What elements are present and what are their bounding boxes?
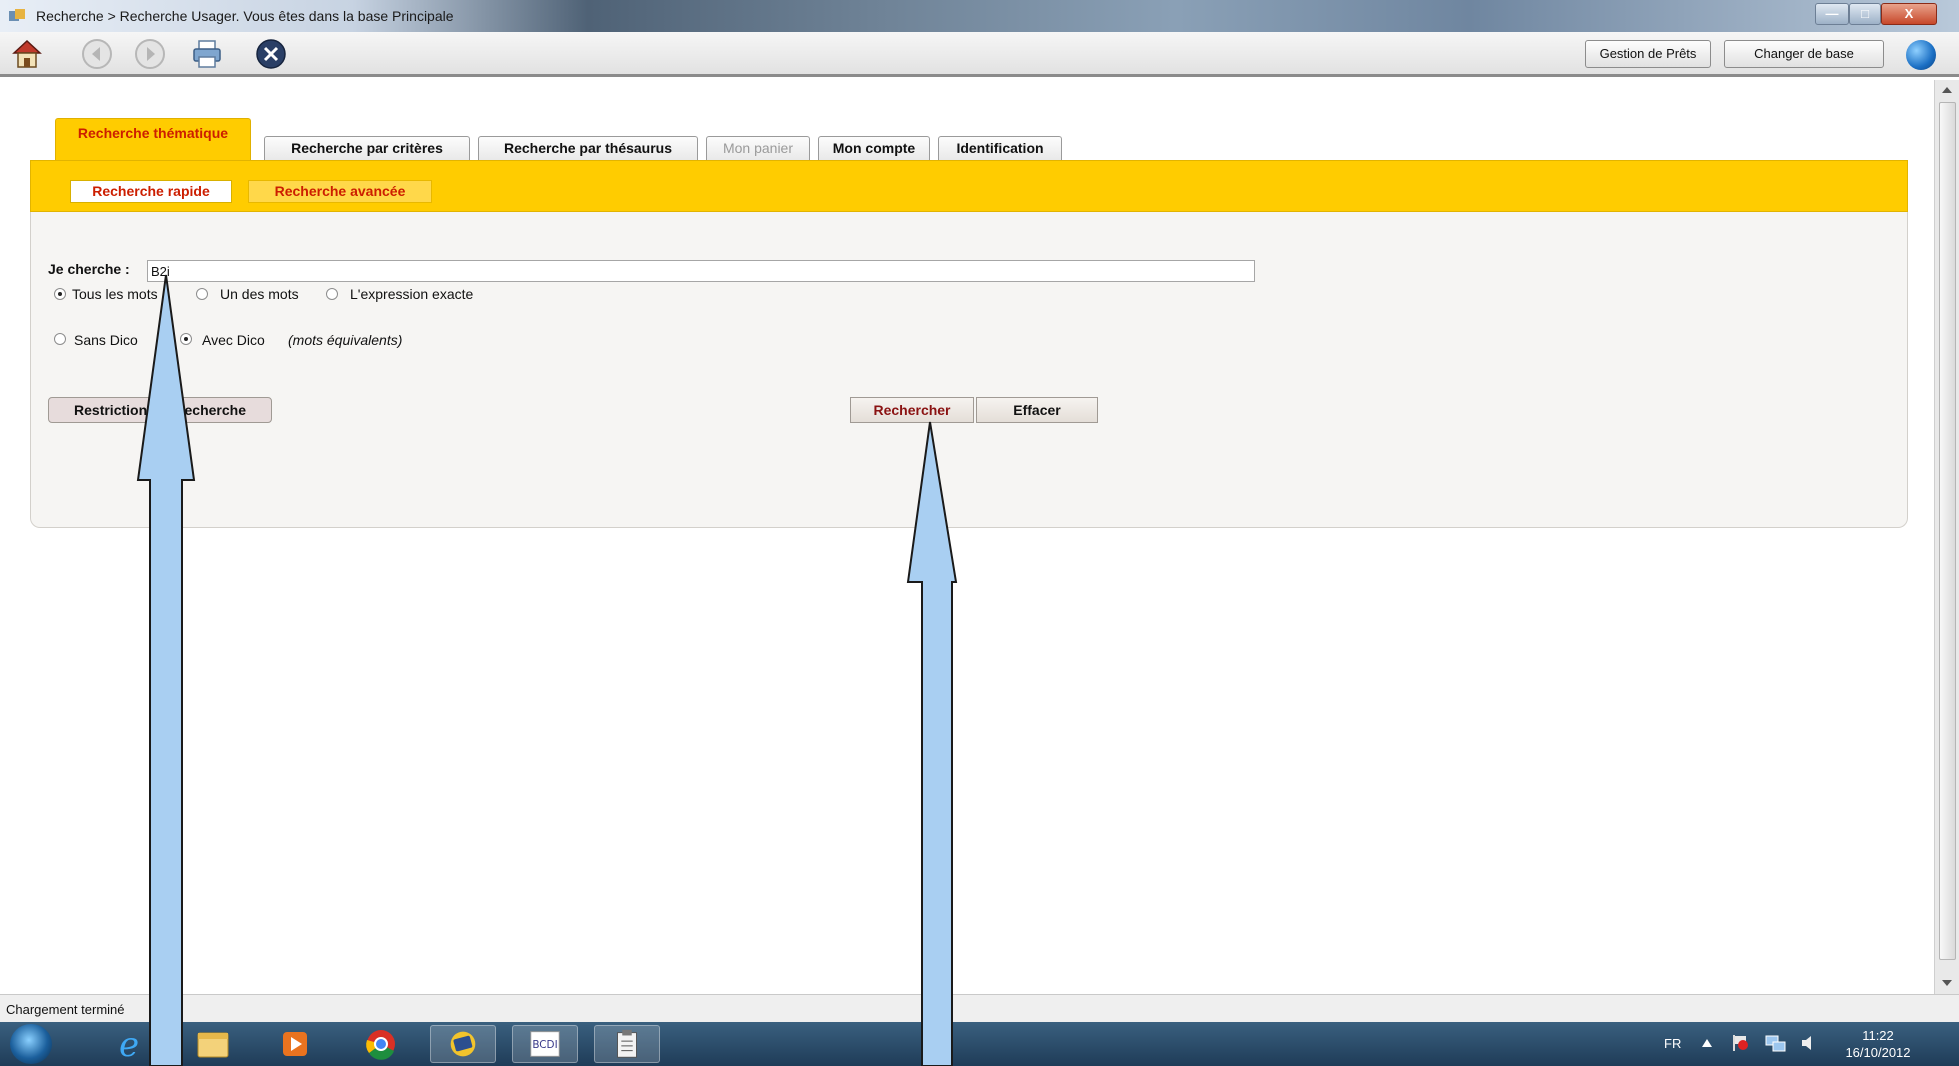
title-bar: Recherche > Recherche Usager. Vous êtes … (0, 0, 1959, 32)
close-button[interactable]: X (1881, 3, 1937, 25)
tab-identification[interactable]: Identification (938, 136, 1062, 160)
internet-explorer-icon[interactable]: e (96, 1025, 162, 1063)
close-icon: X (1904, 6, 1914, 21)
file-explorer-icon[interactable] (180, 1025, 246, 1063)
clock[interactable]: 11:22 16/10/2012 (1838, 1027, 1918, 1061)
restrictions-button[interactable]: Restrictions de recherche (48, 397, 272, 423)
tab-mon-compte[interactable]: Mon compte (818, 136, 930, 160)
minimize-icon: — (1825, 6, 1839, 21)
action-center-flag-icon[interactable] (1730, 1033, 1750, 1053)
radio-un-des-mots[interactable] (196, 288, 208, 300)
scroll-up-icon[interactable] (1942, 87, 1952, 93)
subtab-recherche-rapide[interactable]: Recherche rapide (70, 180, 232, 203)
search-label: Je cherche : (48, 261, 130, 277)
print-icon[interactable] (190, 37, 224, 71)
taskbar: e BCDI FR 11:22 16/10/2012 (0, 1022, 1959, 1066)
status-bar: Chargement terminé (0, 994, 1959, 1022)
tab-recherche-thematique[interactable]: Recherche thématique (55, 118, 251, 160)
chrome-icon[interactable] (348, 1025, 414, 1063)
bcdi-book-icon[interactable] (430, 1025, 496, 1063)
media-player-icon[interactable] (262, 1025, 328, 1063)
scroll-thumb[interactable] (1939, 102, 1956, 960)
clear-button[interactable]: Effacer (976, 397, 1098, 423)
svg-text:BCDI: BCDI (532, 1039, 557, 1051)
tab-recherche-par-thesaurus[interactable]: Recherche par thésaurus (478, 136, 698, 160)
main-content: Recherche thématique Recherche par critè… (12, 80, 1934, 994)
radio-label-avec-dico: Avec Dico (202, 332, 265, 348)
home-icon[interactable] (10, 37, 44, 71)
tab-recherche-par-criteres[interactable]: Recherche par critères (264, 136, 470, 160)
language-indicator[interactable]: FR (1664, 1036, 1681, 1051)
maximize-button[interactable]: □ (1849, 3, 1881, 25)
tab-mon-panier: Mon panier (706, 136, 810, 160)
radio-label-un-des-mots: Un des mots (220, 286, 299, 302)
radio-label-sans-dico: Sans Dico (74, 332, 138, 348)
tab-bar: Recherche thématique Recherche par critè… (12, 80, 1934, 160)
radio-sans-dico[interactable] (54, 333, 66, 345)
clock-time: 11:22 (1862, 1028, 1894, 1043)
network-icon[interactable] (1764, 1033, 1786, 1053)
subtab-recherche-avancee[interactable]: Recherche avancée (248, 180, 432, 203)
clipboard-icon[interactable] (594, 1025, 660, 1063)
dico-note: (mots équivalents) (288, 332, 403, 348)
search-button[interactable]: Rechercher (850, 397, 974, 423)
changer-base-button[interactable]: Changer de base (1724, 40, 1884, 68)
svg-text:e: e (119, 1025, 139, 1063)
close-circle-icon[interactable] (254, 37, 288, 71)
scroll-down-icon[interactable] (1942, 980, 1952, 986)
globe-icon[interactable] (1906, 40, 1936, 70)
windows-start-icon[interactable] (10, 1024, 52, 1064)
back-icon[interactable] (80, 37, 114, 71)
window-title: Recherche > Recherche Usager. Vous êtes … (36, 8, 454, 24)
maximize-icon: □ (1861, 6, 1869, 21)
radio-label-expression-exacte: L'expression exacte (350, 286, 474, 302)
forward-icon[interactable] (133, 37, 167, 71)
radio-tous-les-mots[interactable] (54, 288, 66, 300)
status-text: Chargement terminé (6, 1002, 125, 1017)
radio-avec-dico[interactable] (180, 333, 192, 345)
app-window: Recherche > Recherche Usager. Vous êtes … (0, 0, 1959, 1066)
clock-date: 16/10/2012 (1845, 1045, 1911, 1060)
bcdi-app-icon[interactable]: BCDI (512, 1025, 578, 1063)
vertical-scrollbar[interactable] (1934, 80, 1959, 994)
radio-expression-exacte[interactable] (326, 288, 338, 300)
minimize-button[interactable]: — (1815, 3, 1849, 25)
gestion-prets-button[interactable]: Gestion de Prêts (1585, 40, 1711, 68)
tray-expand-icon[interactable] (1702, 1039, 1712, 1047)
toolbar: Gestion de Prêts Changer de base (0, 32, 1959, 77)
search-input[interactable] (147, 260, 1255, 282)
radio-label-tous-les-mots: Tous les mots (72, 286, 158, 302)
volume-icon[interactable] (1800, 1034, 1816, 1052)
app-icon (9, 9, 25, 21)
